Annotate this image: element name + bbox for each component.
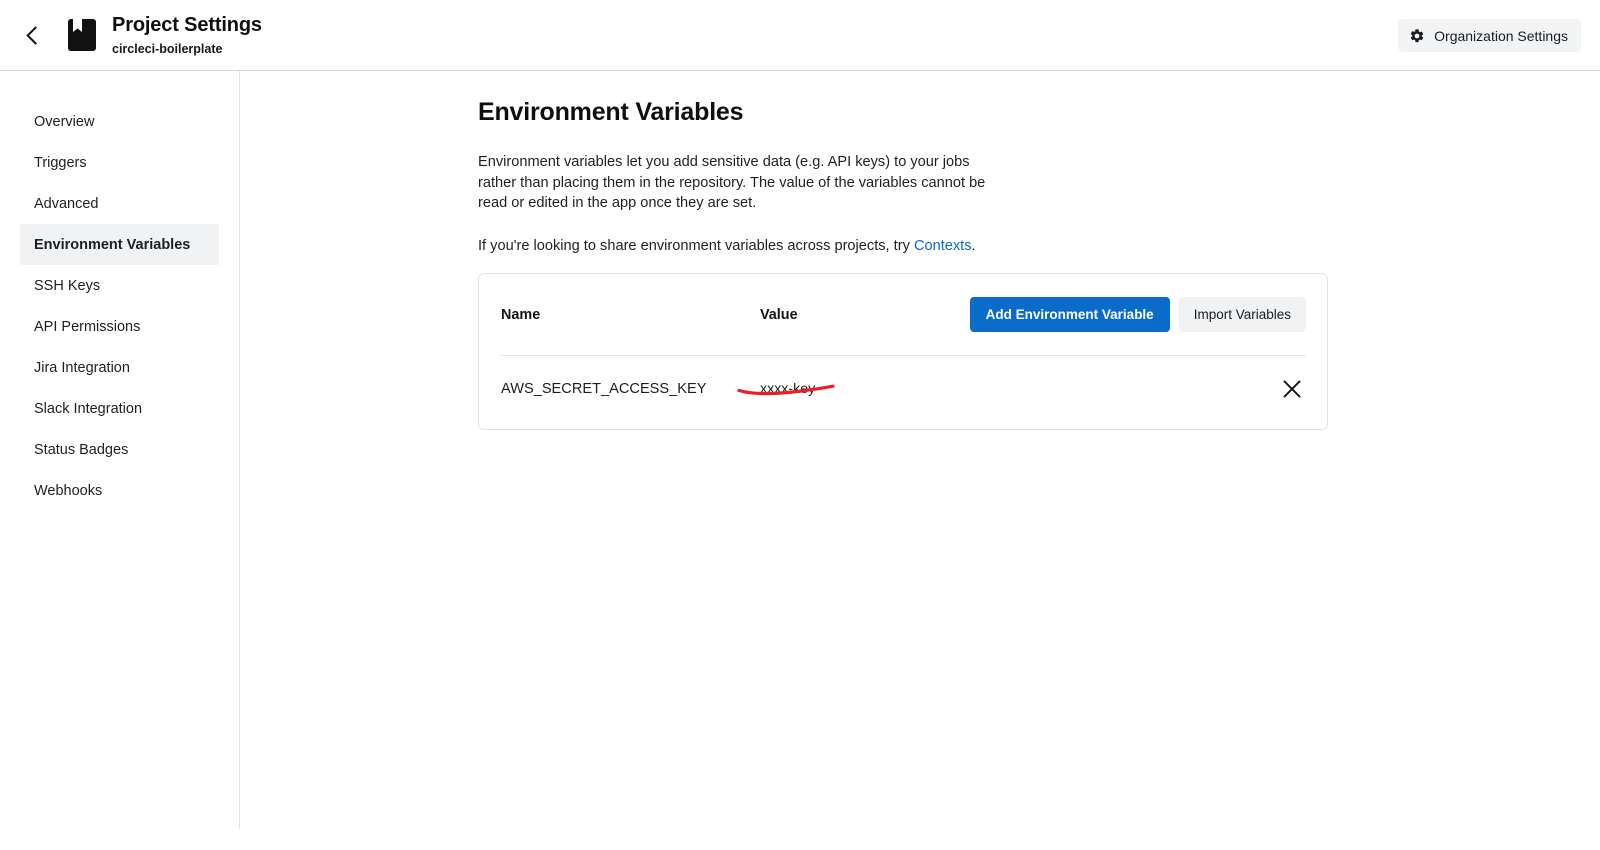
- back-button[interactable]: [16, 18, 50, 52]
- organization-settings-label: Organization Settings: [1434, 27, 1568, 44]
- environment-variables-card: Name Value Add Environment Variable Impo…: [478, 273, 1328, 430]
- sidebar-item-triggers[interactable]: Triggers: [20, 142, 219, 183]
- sidebar-item-label: Triggers: [34, 154, 87, 171]
- sidebar-item-label: Webhooks: [34, 482, 103, 499]
- sidebar-item-status-badges[interactable]: Status Badges: [20, 429, 219, 470]
- variable-name: AWS_SECRET_ACCESS_KEY: [501, 381, 707, 397]
- table-header-row: Name Value Add Environment Variable Impo…: [479, 274, 1327, 355]
- project-bookmark-icon: [68, 19, 96, 51]
- sidebar-item-label: Status Badges: [34, 441, 129, 458]
- sidebar-item-label: Advanced: [34, 195, 99, 212]
- contexts-note-suffix: .: [971, 237, 976, 254]
- sidebar-item-label: SSH Keys: [34, 277, 101, 294]
- table-row: AWS_SECRET_ACCESS_KEY xxxx-key: [479, 356, 1327, 430]
- import-variables-button[interactable]: Import Variables: [1178, 297, 1306, 332]
- sidebar-item-label: Slack Integration: [34, 400, 143, 417]
- main-page-title: Environment Variables: [478, 98, 744, 126]
- sidebar-item-label: Overview: [34, 113, 95, 130]
- organization-settings-button[interactable]: Organization Settings: [1398, 19, 1581, 52]
- contexts-note-prefix: If you're looking to share environment v…: [478, 237, 914, 254]
- add-environment-variable-button[interactable]: Add Environment Variable: [969, 297, 1170, 332]
- column-header-name: Name: [501, 306, 541, 323]
- sidebar-item-ssh-keys[interactable]: SSH Keys: [20, 265, 219, 306]
- sidebar-item-api-permissions[interactable]: API Permissions: [20, 306, 219, 347]
- sidebar-item-label: API Permissions: [34, 318, 141, 335]
- sidebar-item-jira-integration[interactable]: Jira Integration: [20, 347, 219, 388]
- sidebar-item-environment-variables[interactable]: Environment Variables: [20, 224, 219, 265]
- gear-icon: [1410, 28, 1424, 42]
- sidebar-item-label: Environment Variables: [34, 236, 191, 253]
- content-block: Environment Variables Environment variab…: [478, 98, 1378, 256]
- app-header: Project Settings circleci-boilerplate Or…: [0, 0, 1600, 71]
- sidebar-item-webhooks[interactable]: Webhooks: [20, 470, 219, 511]
- contexts-note: If you're looking to share environment v…: [478, 236, 1011, 257]
- chevron-left-icon: [25, 25, 45, 45]
- sidebar-item-label: Jira Integration: [34, 359, 130, 376]
- sidebar-item-overview[interactable]: Overview: [20, 101, 219, 142]
- main-content: Environment Variables Environment variab…: [240, 71, 1600, 850]
- sidebar-item-advanced[interactable]: Advanced: [20, 183, 219, 224]
- page-title: Project Settings: [112, 13, 262, 36]
- sidebar-item-slack-integration[interactable]: Slack Integration: [20, 388, 219, 429]
- header-titles: Project Settings circleci-boilerplate: [112, 14, 262, 56]
- table-actions: Add Environment Variable Import Variable…: [969, 297, 1306, 332]
- project-name: circleci-boilerplate: [112, 41, 223, 56]
- variable-value: xxxx-key: [760, 381, 816, 397]
- contexts-link[interactable]: Contexts: [914, 238, 972, 254]
- close-x-icon[interactable]: [1281, 378, 1303, 400]
- description-text: Environment variables let you add sensit…: [478, 154, 986, 212]
- column-header-value: Value: [760, 306, 798, 323]
- settings-sidebar: Overview Triggers Advanced Environment V…: [0, 71, 240, 829]
